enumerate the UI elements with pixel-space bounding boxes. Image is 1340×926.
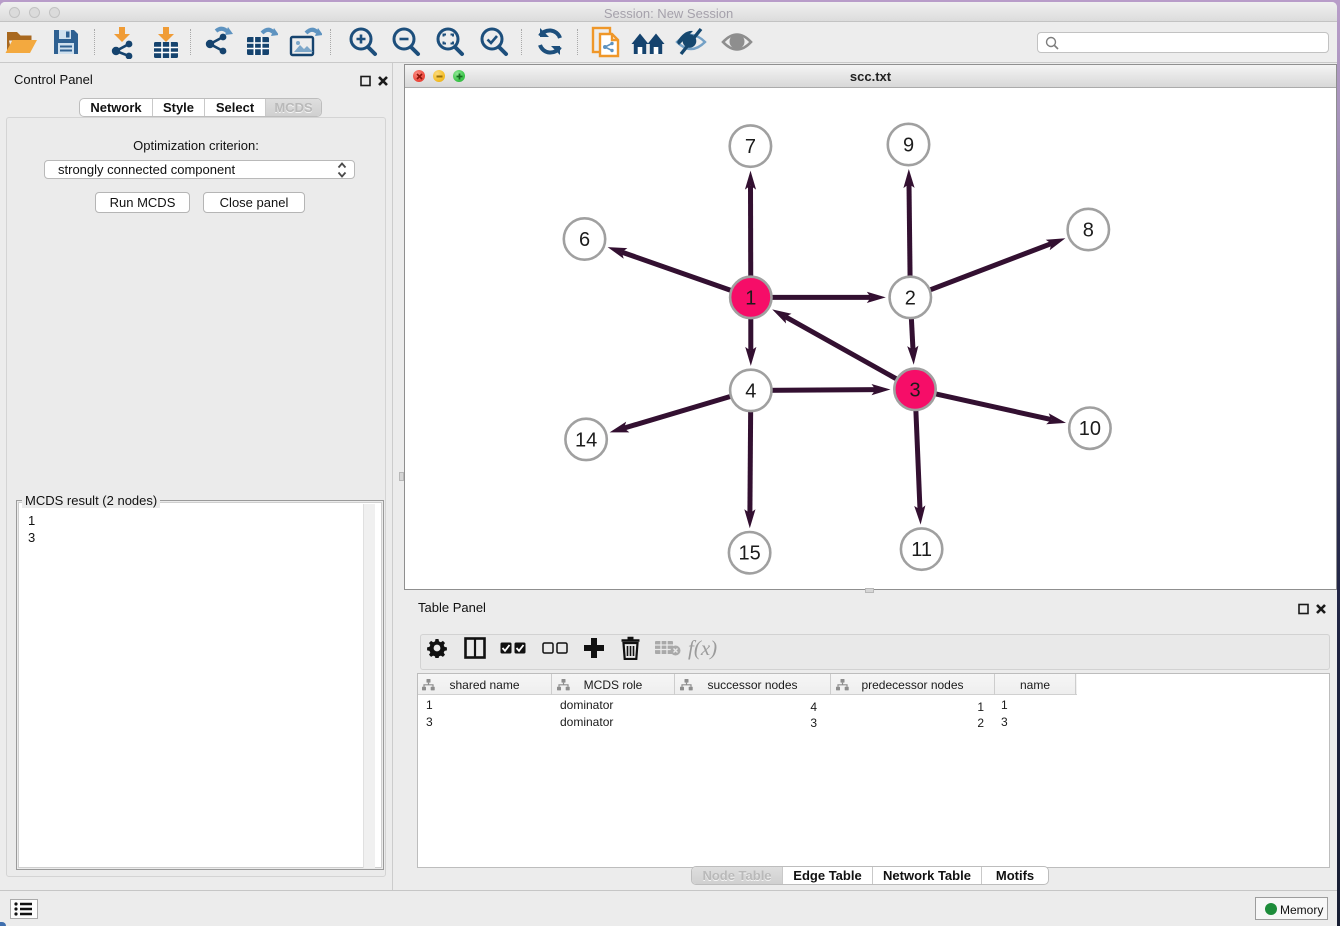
svg-text:7: 7 — [745, 136, 756, 158]
svg-text:14: 14 — [575, 429, 597, 451]
svg-text:2: 2 — [905, 287, 916, 309]
svg-text:1: 1 — [745, 287, 756, 309]
svg-text:10: 10 — [1079, 418, 1101, 440]
svg-text:9: 9 — [903, 135, 914, 157]
svg-text:11: 11 — [911, 539, 932, 561]
svg-text:8: 8 — [1083, 220, 1094, 242]
svg-text:6: 6 — [579, 229, 590, 251]
svg-text:4: 4 — [745, 380, 756, 402]
svg-text:15: 15 — [738, 543, 760, 565]
svg-text:3: 3 — [909, 379, 920, 401]
